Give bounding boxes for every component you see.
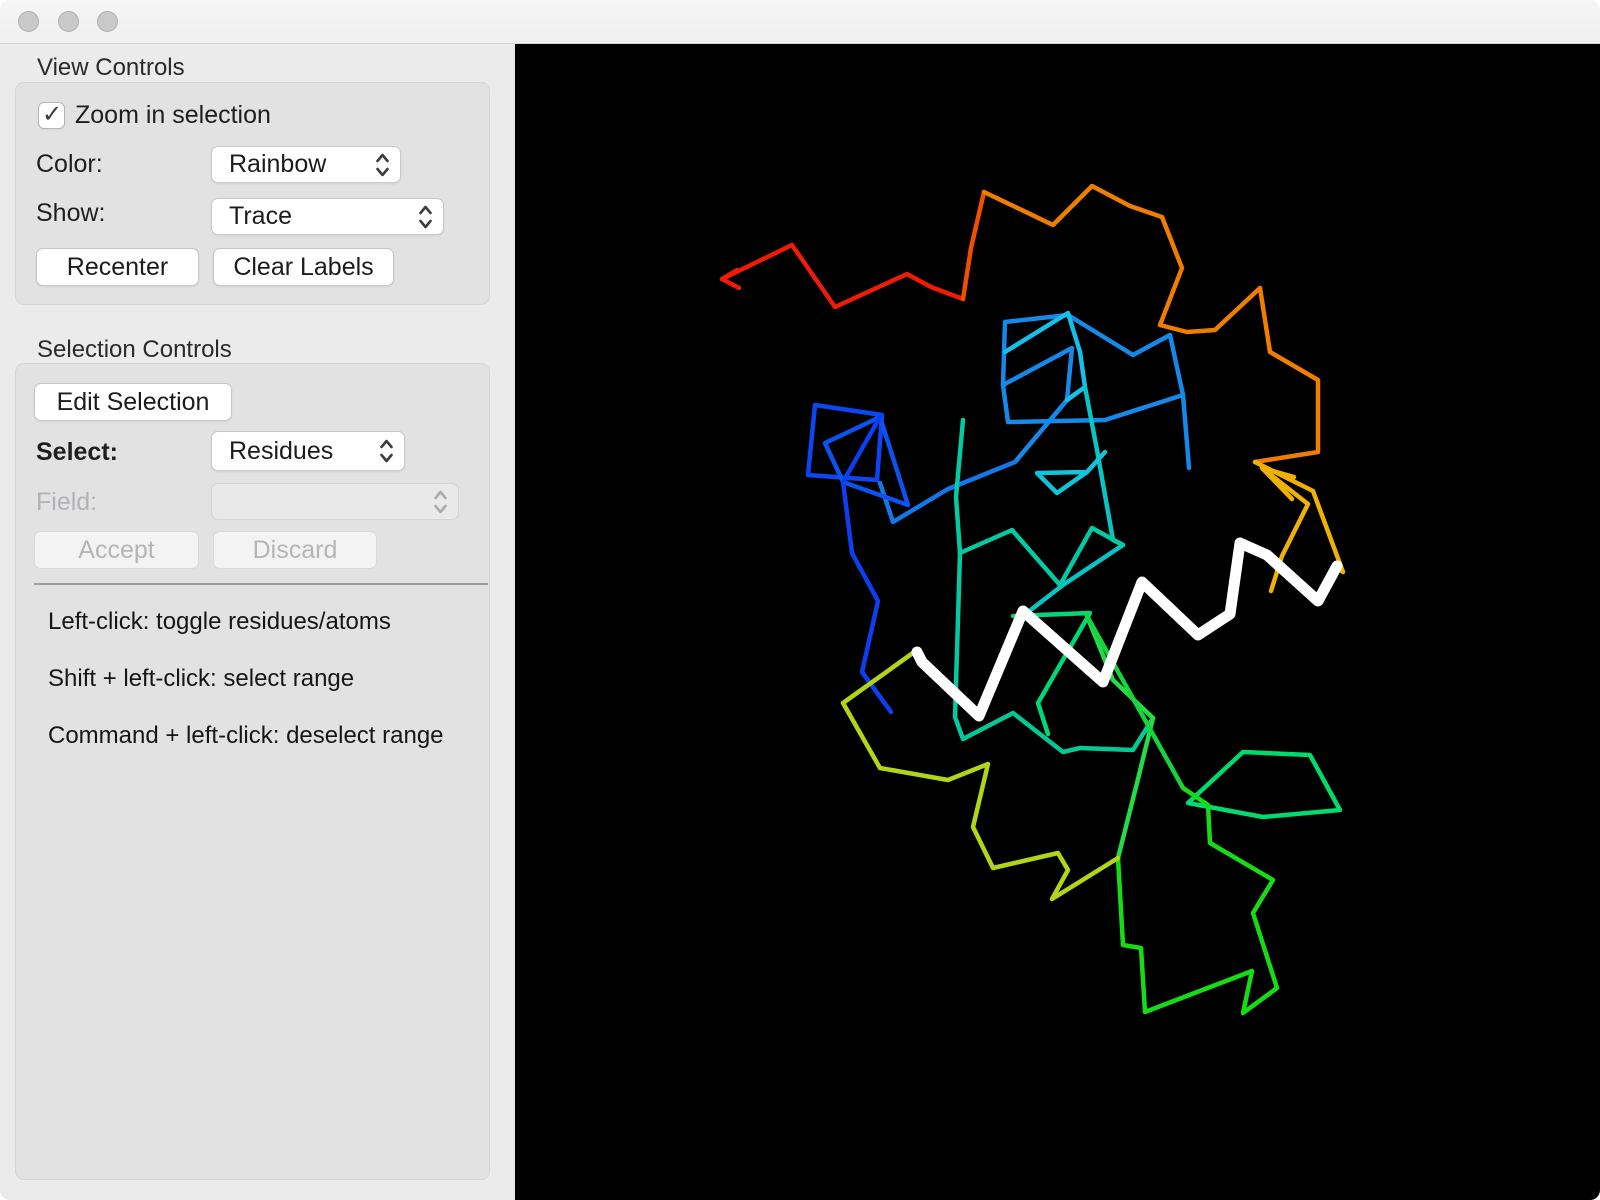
sidebar: View Controls Zoom in selection Color: R… bbox=[0, 44, 515, 1200]
color-label: Color: bbox=[36, 150, 103, 178]
chevron-up-down-icon bbox=[376, 153, 389, 176]
close-button[interactable] bbox=[18, 11, 39, 32]
select-mode-select[interactable]: Residues bbox=[211, 431, 405, 471]
app-window: View Controls Zoom in selection Color: R… bbox=[0, 0, 1600, 1200]
divider bbox=[34, 583, 488, 585]
trace-segment-blue-quad bbox=[822, 414, 911, 508]
trace-segment-red-orange-rise bbox=[960, 189, 987, 302]
selection-controls-group: Edit Selection Select: Residues Field: A… bbox=[15, 363, 490, 1180]
edit-selection-button[interactable]: Edit Selection bbox=[34, 383, 232, 421]
show-select[interactable]: Trace bbox=[211, 198, 444, 235]
zoom-in-selection-checkbox[interactable] bbox=[38, 100, 65, 129]
trace-segment-cyan-knot bbox=[1034, 449, 1108, 496]
chevron-up-down-icon bbox=[380, 439, 393, 463]
titlebar bbox=[0, 0, 1600, 44]
trace-segment-red-main bbox=[719, 242, 966, 310]
select-mode-value: Residues bbox=[229, 436, 334, 465]
select-label: Select: bbox=[36, 438, 118, 466]
trace-segment-lightblue-stub bbox=[1180, 392, 1192, 471]
trace-segment-lightblue-diagonal bbox=[1000, 345, 1075, 465]
selection-controls-label: Selection Controls bbox=[37, 336, 232, 363]
field-label: Field: bbox=[36, 488, 98, 516]
zoom-in-selection-label: Zoom in selection bbox=[75, 100, 271, 129]
chevron-up-down-icon bbox=[419, 205, 432, 228]
trace-segment-teal-zigzag bbox=[957, 525, 1126, 588]
show-select-value: Trace bbox=[229, 202, 292, 230]
clear-labels-button[interactable]: Clear Labels bbox=[213, 248, 394, 286]
trace-segment-blue-square bbox=[805, 402, 885, 483]
view-controls-group: Zoom in selection Color: Rainbow Show: T… bbox=[15, 82, 490, 305]
color-select-value: Rainbow bbox=[229, 150, 327, 178]
recenter-button[interactable]: Recenter bbox=[36, 248, 199, 286]
trace-segment-chartreuse bbox=[840, 647, 1121, 902]
chevron-up-down-icon bbox=[434, 490, 447, 513]
protein-trace bbox=[719, 183, 1346, 1016]
help-line-command-click: Command + left-click: deselect range bbox=[48, 722, 444, 749]
field-select[interactable] bbox=[211, 483, 459, 520]
zoom-window-button[interactable] bbox=[97, 11, 118, 32]
show-label: Show: bbox=[36, 199, 106, 227]
trace-segment-green-diagonal bbox=[1084, 613, 1186, 791]
color-select[interactable]: Rainbow bbox=[211, 146, 401, 183]
accept-button[interactable]: Accept bbox=[34, 531, 199, 569]
help-line-shift-click: Shift + left-click: select range bbox=[48, 665, 355, 692]
discard-button[interactable]: Discard bbox=[213, 531, 377, 569]
trace-segment-green-bottom bbox=[1115, 785, 1280, 1016]
trace-segment-teal-bottom bbox=[960, 710, 1156, 755]
trace-segment-lightblue-descender bbox=[877, 459, 1018, 525]
molecule-viewport[interactable] bbox=[515, 44, 1600, 1200]
molecule-trace bbox=[719, 183, 1346, 1016]
trace-segment-blue-descender bbox=[840, 414, 894, 715]
view-controls-label: View Controls bbox=[37, 54, 185, 81]
minimize-button[interactable] bbox=[58, 11, 79, 32]
help-line-left-click: Left-click: toggle residues/atoms bbox=[48, 608, 391, 635]
trace-segment-green-right-loop bbox=[1185, 749, 1343, 820]
